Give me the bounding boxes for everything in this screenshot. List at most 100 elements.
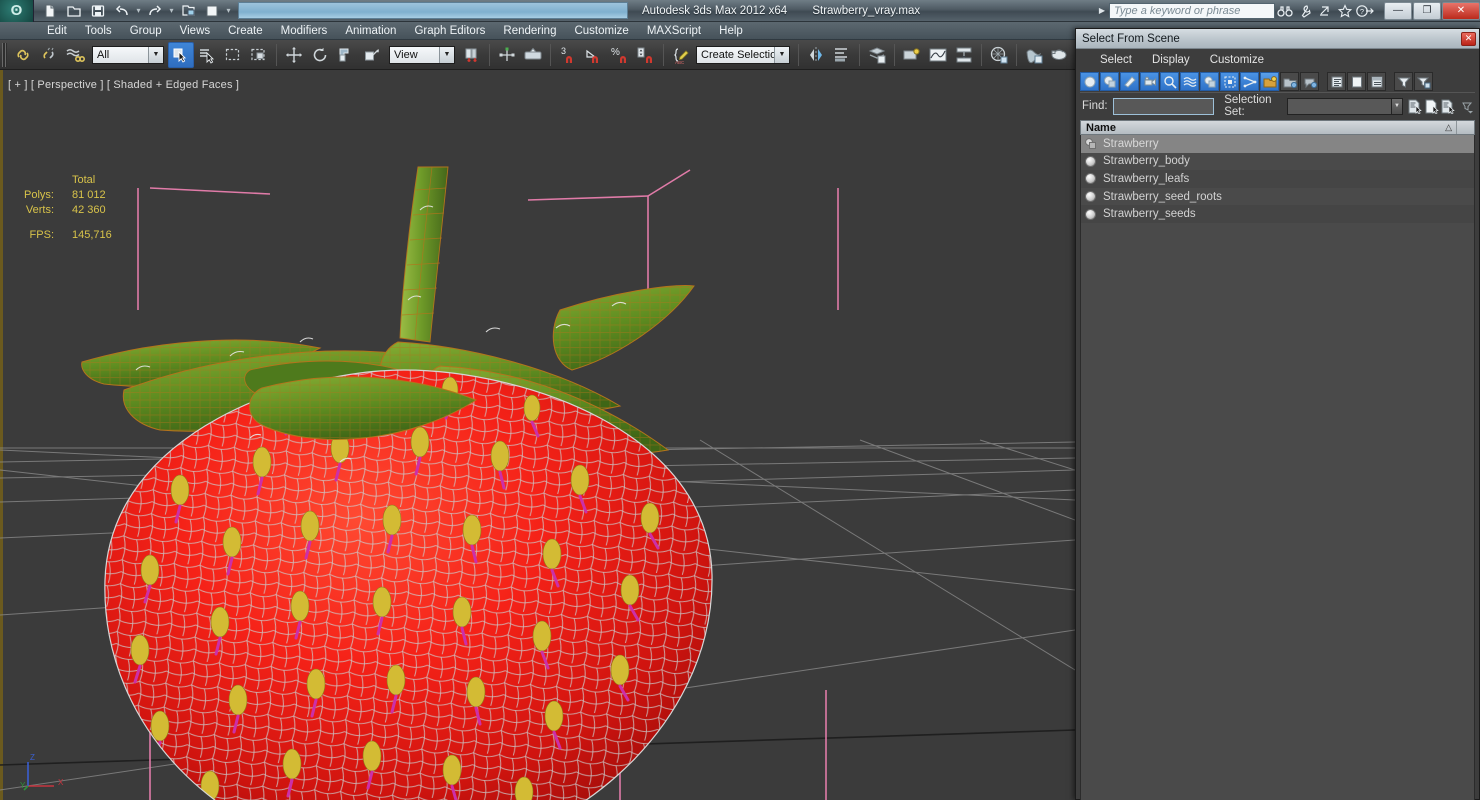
dialog-menu-display[interactable]: Display [1142,49,1200,71]
find-input[interactable] [1112,97,1215,115]
list-item-strawberry-body[interactable]: Strawberry_body [1081,152,1474,171]
select-set-apply-icon[interactable] [1439,96,1456,116]
display-children-icon[interactable] [1367,72,1386,91]
rectangular-selection-region-icon[interactable] [220,42,246,68]
select-object-icon[interactable] [168,41,194,68]
expand-all-icon[interactable] [1327,72,1346,91]
menu-item-maxscript[interactable]: MAXScript [638,22,710,40]
open-file-icon[interactable] [63,1,85,20]
use-center-flyout-icon[interactable] [359,42,385,68]
display-geometry-icon[interactable] [1080,72,1099,91]
mirror-icon[interactable] [803,42,829,68]
render-setup-icon[interactable] [1021,42,1047,68]
reference-coordinate-dropdown[interactable]: View ▼ [389,45,455,64]
help-icon[interactable]: ? [1355,1,1375,21]
binoculars-icon[interactable] [1275,1,1295,21]
toggle-scene-explorer-icon[interactable] [899,42,925,68]
display-space-warps-icon[interactable] [1180,72,1199,91]
dialog-menu-select[interactable]: Select [1090,49,1142,71]
display-containers-icon[interactable] [1260,72,1279,91]
wrench-icon[interactable] [1295,1,1315,21]
menu-item-modifiers[interactable]: Modifiers [272,22,337,40]
list-item-strawberry-leafs[interactable]: Strawberry_leafs [1081,170,1474,188]
list-column-header[interactable]: Name △ [1080,120,1475,135]
menu-item-customize[interactable]: Customize [565,22,637,40]
display-helpers-icon[interactable] [1160,72,1179,91]
restore-button[interactable]: ❐ [1413,1,1441,20]
select-and-link-icon[interactable] [10,42,36,68]
menu-item-views[interactable]: Views [171,22,219,40]
undo-dropdown-icon[interactable]: ▾ [135,6,142,15]
named-selection-set-dropdown[interactable]: Create Selection Se ▼ [696,45,790,64]
menu-item-animation[interactable]: Animation [336,22,405,40]
satellite-icon[interactable] [1315,1,1335,21]
keyboard-shortcut-override-icon[interactable] [520,42,546,68]
customize-qat-icon[interactable]: ▾ [225,6,232,15]
menu-item-graph-editors[interactable]: Graph Editors [405,22,494,40]
select-and-manipulate-icon[interactable] [494,42,520,68]
list-item-strawberry-seed-roots[interactable]: Strawberry_seed_roots [1081,187,1474,206]
close-button[interactable]: ✕ [1442,1,1480,20]
spinner-snap-toggle-icon[interactable] [633,42,659,68]
pivot-point-center-icon[interactable] [459,42,485,68]
search-input[interactable]: Type a keyword or phrase [1109,2,1275,19]
filter-dropdown-icon[interactable] [1458,96,1474,116]
layout-panel-icon[interactable] [201,1,223,20]
list-item-strawberry-seeds[interactable]: Strawberry_seeds [1081,205,1474,223]
align-icon[interactable] [829,42,855,68]
display-shapes-icon[interactable] [1100,72,1119,91]
menu-item-edit[interactable]: Edit [38,22,76,40]
reference-coordinate-arrow-icon[interactable]: ▼ [439,46,454,63]
new-file-icon[interactable] [39,1,61,20]
search-expand-arrow-icon[interactable]: ▶ [1095,6,1109,15]
star-icon[interactable] [1335,1,1355,21]
percent-snap-toggle-icon[interactable]: % [607,42,633,68]
perspective-viewport[interactable]: [ + ] [ Perspective ] [ Shaded + Edged F… [0,70,1075,800]
save-file-icon[interactable] [87,1,109,20]
undo-icon[interactable] [111,1,133,20]
dialog-menu-customize[interactable]: Customize [1200,49,1274,71]
collapse-all-icon[interactable] [1347,72,1366,91]
material-editor-icon[interactable] [986,42,1012,68]
selection-filter-dropdown[interactable]: All ▼ [92,45,164,64]
select-influences-icon[interactable] [1280,72,1299,91]
filter-funnel-icon[interactable] [1394,72,1413,91]
angle-snap-toggle-icon[interactable] [581,42,607,68]
menu-item-create[interactable]: Create [219,22,272,40]
filter-settings-icon[interactable] [1414,72,1433,91]
minimize-button[interactable]: — [1384,1,1412,20]
toolbar-grip[interactable] [2,42,7,67]
select-by-name-icon[interactable] [194,42,220,68]
menu-item-rendering[interactable]: Rendering [494,22,565,40]
curve-editor-icon[interactable] [925,42,951,68]
bind-to-space-warp-icon[interactable] [62,42,88,68]
unlink-selection-icon[interactable] [36,42,62,68]
edit-named-selection-sets-icon[interactable]: ABC [668,42,694,68]
select-and-rotate-icon[interactable] [307,42,333,68]
scene-object-list[interactable]: Strawberry Strawberry_body Strawberry_le… [1080,135,1475,800]
display-cameras-icon[interactable] [1140,72,1159,91]
menu-item-group[interactable]: Group [121,22,171,40]
select-dependents-icon[interactable] [1300,72,1319,91]
select-set-add-icon[interactable] [1406,96,1423,116]
schematic-view-icon[interactable] [951,42,977,68]
rendered-frame-window-icon[interactable] [1047,42,1073,68]
select-and-scale-icon[interactable] [333,42,359,68]
menu-item-tools[interactable]: Tools [76,22,121,40]
list-item-strawberry[interactable]: Strawberry [1081,135,1474,153]
redo-icon[interactable] [144,1,166,20]
select-and-move-icon[interactable] [281,42,307,68]
snaps-toggle-icon[interactable]: 3 [555,42,581,68]
column-resize-handle[interactable] [1456,121,1474,134]
3dsmax-logo-button[interactable]: ʘ [0,0,34,22]
display-groups-icon[interactable] [1200,72,1219,91]
selection-filter-arrow-icon[interactable]: ▼ [148,46,163,63]
set-project-folder-icon[interactable] [177,1,199,20]
select-from-scene-dialog[interactable]: Select From Scene ✕ Select Display Custo… [1075,28,1480,800]
display-xrefs-icon[interactable] [1220,72,1239,91]
layer-manager-icon[interactable] [864,42,890,68]
redo-dropdown-icon[interactable]: ▾ [168,6,175,15]
display-lights-icon[interactable] [1120,72,1139,91]
dialog-close-button[interactable]: ✕ [1461,31,1476,46]
dialog-title-bar[interactable]: Select From Scene ✕ [1076,29,1479,49]
